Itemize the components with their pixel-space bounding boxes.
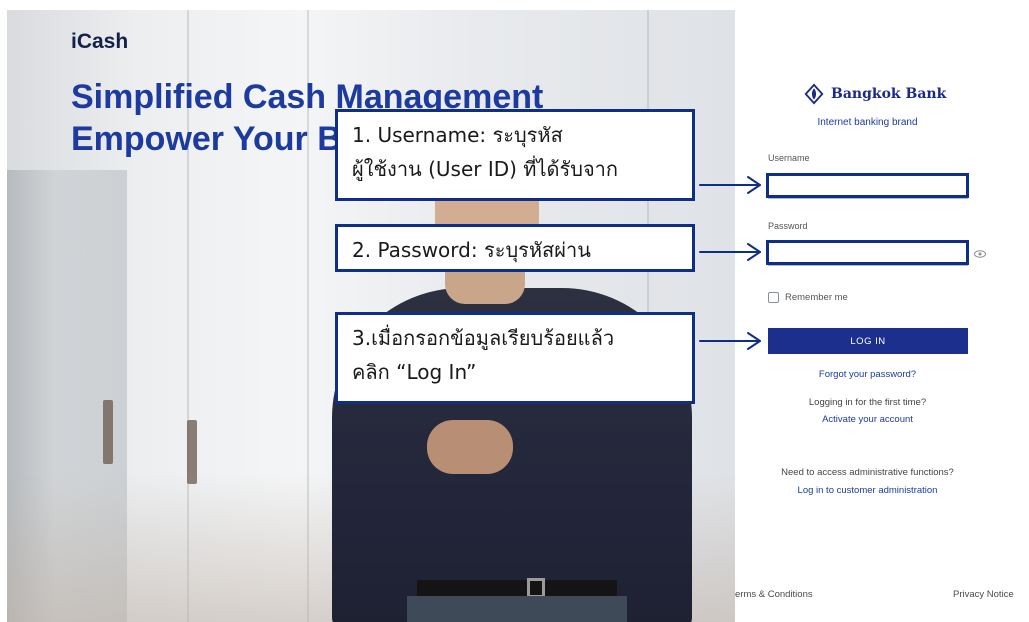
remember-me-label: Remember me [785, 292, 848, 303]
bank-name: Bangkok Bank [831, 86, 947, 102]
first-time-text: Logging in for the first time? [808, 397, 927, 408]
username-callout-line1: 1. Username: ระบุรหัส [352, 123, 563, 147]
eye-icon[interactable] [974, 250, 986, 258]
terms-link[interactable]: erms & Conditions [735, 589, 813, 600]
bank-logo: Bangkok Bank [803, 83, 946, 105]
login-callout-line2: คลิก “Log In” [352, 360, 477, 384]
remember-me-checkbox[interactable] [768, 292, 779, 303]
password-label: Password [768, 221, 808, 231]
person-belt-buckle [527, 578, 545, 598]
hero-brand: iCash [71, 30, 129, 53]
person-belt [417, 580, 617, 596]
password-callout: 2. Password: ระบุรหัสผ่าน [335, 224, 695, 272]
login-callout-line1: 3.เมื่อกรอกข้อมูลเรียบร้อยแล้ว [352, 326, 615, 350]
brand-tagline: Internet banking brand [817, 117, 918, 128]
username-callout: 1. Username: ระบุรหัส ผู้ใช้งาน (User ID… [335, 109, 695, 201]
person-hand [427, 420, 513, 474]
password-callout-line1: 2. Password: ระบุรหัสผ่าน [352, 238, 591, 262]
customer-admin-link[interactable]: Log in to customer administration [735, 485, 1000, 496]
bangkok-bank-lotus-icon [804, 83, 824, 105]
username-callout-line2: ผู้ใช้งาน (User ID) ที่ได้รับจาก [352, 157, 619, 181]
forgot-password-link[interactable]: Forgot your password? [735, 369, 1000, 380]
password-highlight [766, 240, 969, 265]
login-panel: Bangkok Bank Internet banking brand User… [735, 10, 1029, 622]
remember-me[interactable]: Remember me [768, 292, 848, 303]
admin-text: Need to access administrative functions? [781, 467, 954, 478]
login-button[interactable]: LOG IN [768, 328, 968, 354]
privacy-link[interactable]: Privacy Notice [953, 589, 1014, 600]
activate-account-link[interactable]: Activate your account [735, 414, 1000, 425]
door-handle [103, 400, 113, 464]
login-callout: 3.เมื่อกรอกข้อมูลเรียบร้อยแล้ว คลิก “Log… [335, 312, 695, 404]
person-pants [407, 596, 627, 622]
username-label: Username [768, 153, 810, 163]
username-highlight [766, 173, 969, 198]
